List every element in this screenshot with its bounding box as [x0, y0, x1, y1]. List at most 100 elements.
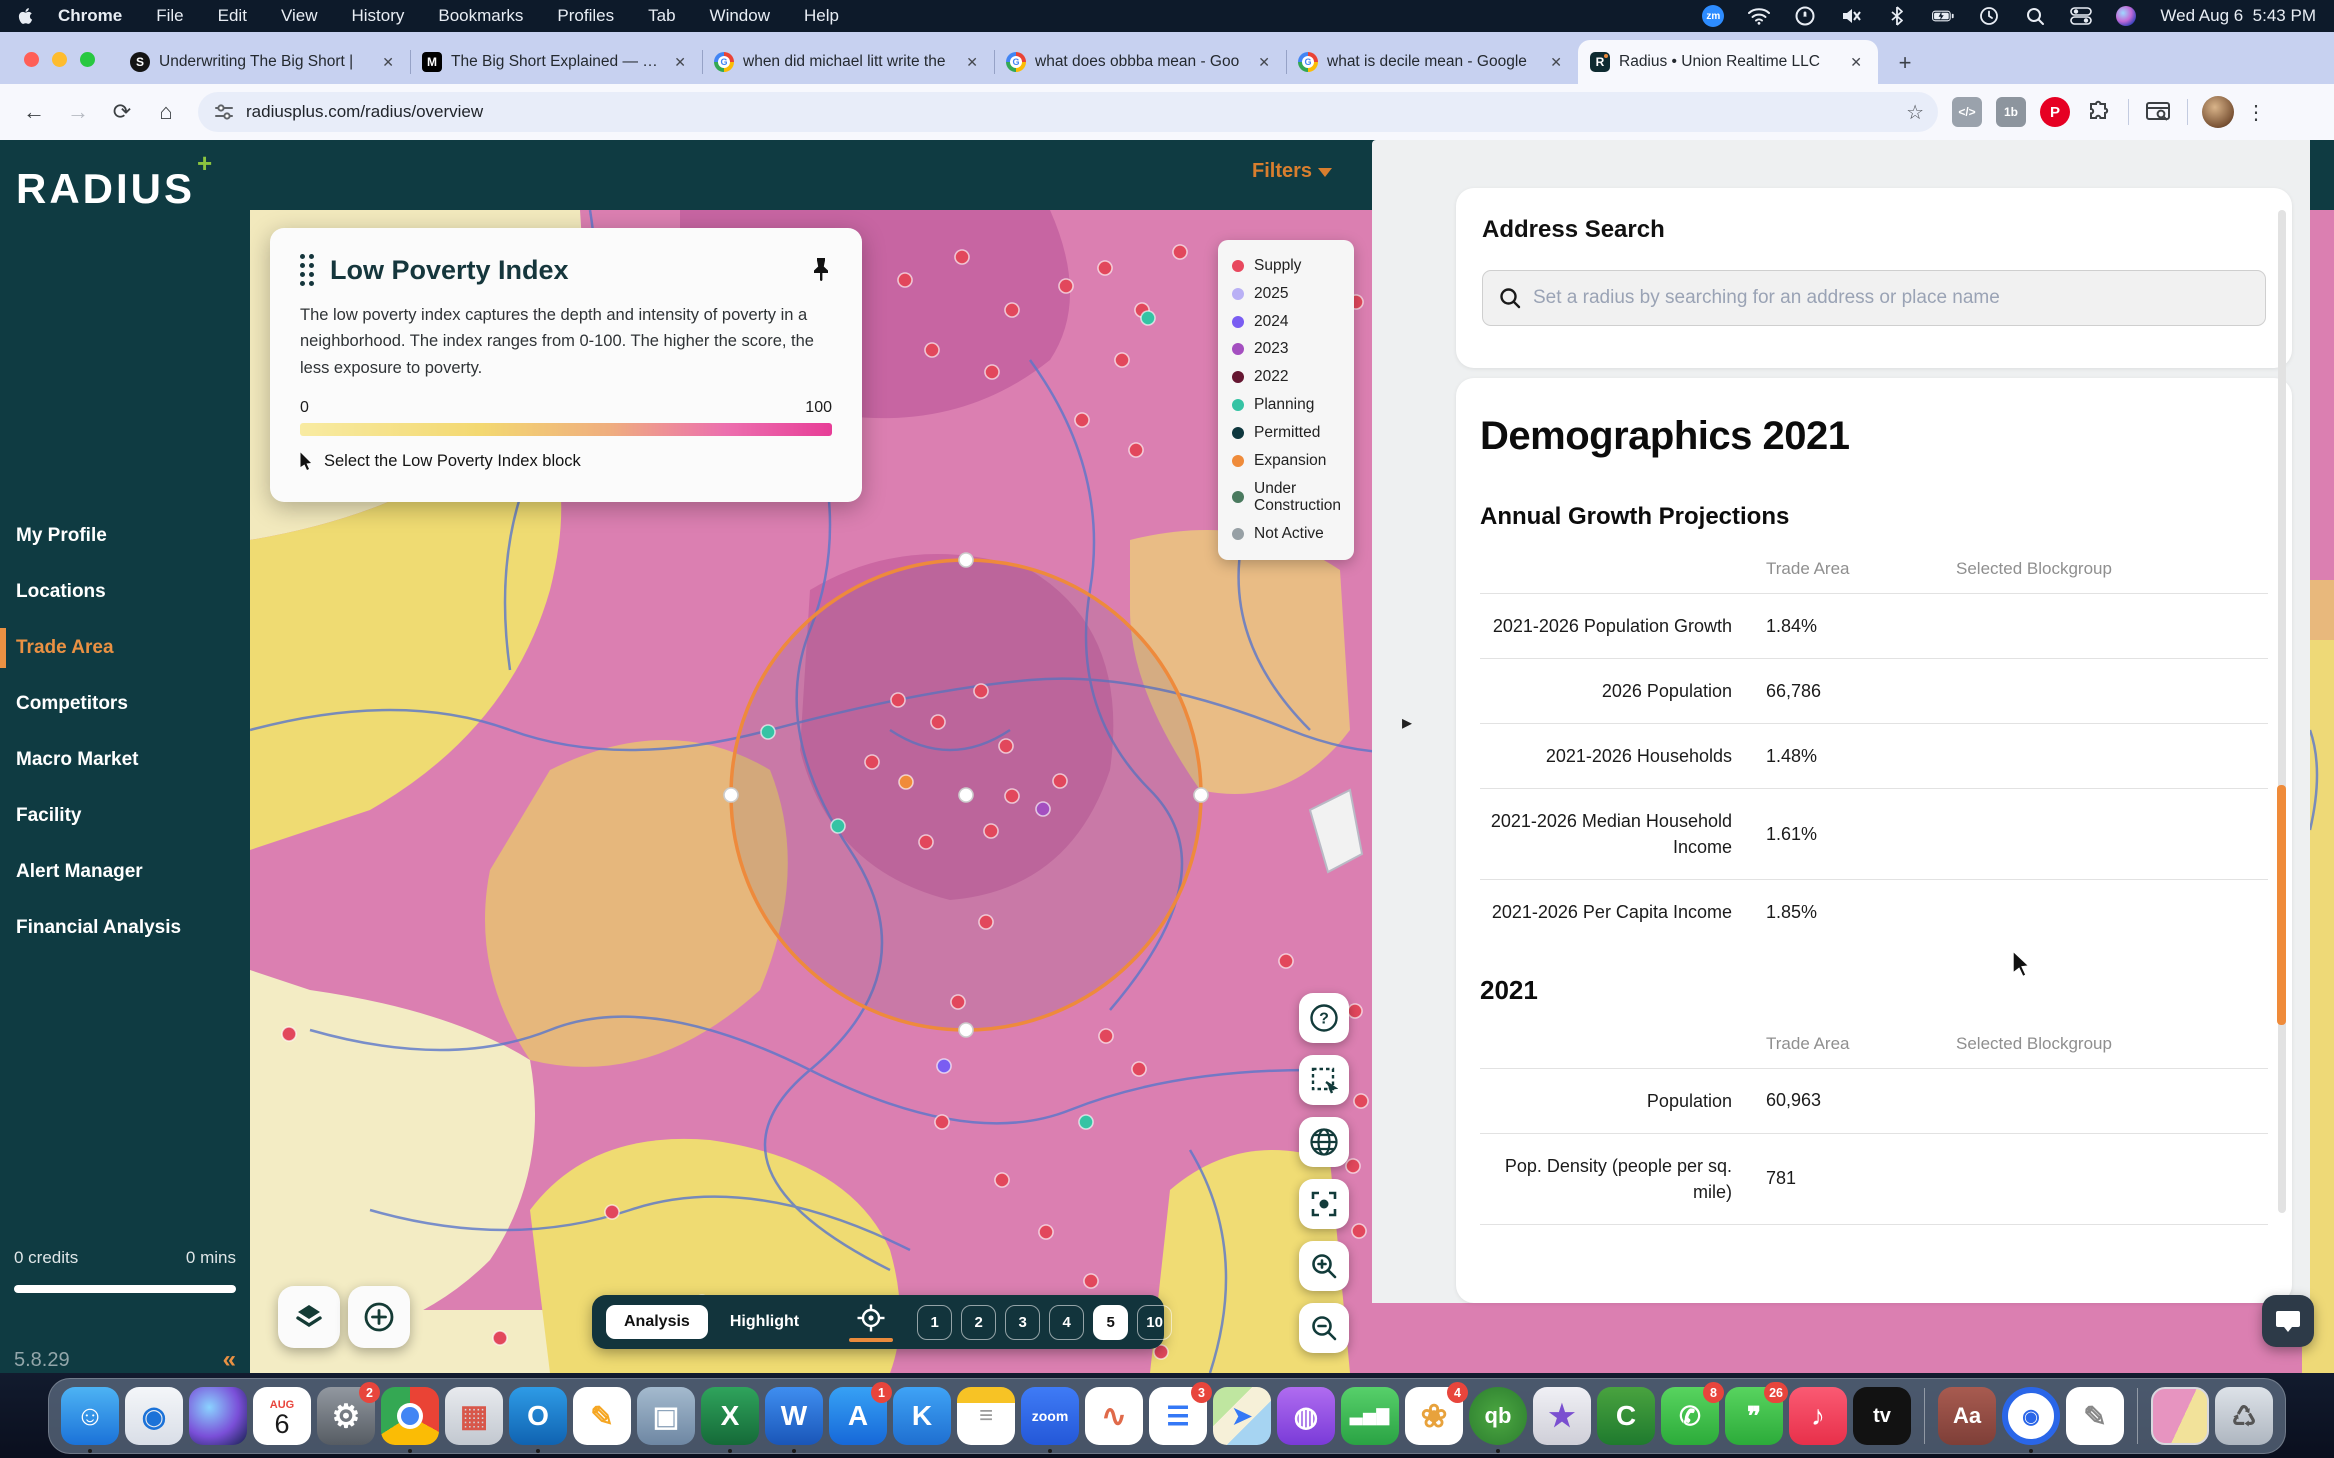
- wifi-icon[interactable]: [1748, 5, 1770, 27]
- fullscreen-window-button[interactable]: [80, 52, 95, 67]
- bookmark-star-icon[interactable]: ☆: [1906, 100, 1924, 125]
- map-marker-supply[interactable]: [1053, 774, 1067, 788]
- map-marker-supply[interactable]: [898, 273, 912, 287]
- dock-item-outlook[interactable]: O: [509, 1387, 567, 1445]
- back-button[interactable]: ←: [16, 94, 52, 130]
- dock-item-notes[interactable]: ≡: [957, 1387, 1015, 1445]
- map-marker-supply[interactable]: [951, 995, 965, 1009]
- sidebar-collapse-icon[interactable]: «: [223, 1346, 236, 1374]
- dock-item-zoom[interactable]: zoom: [1021, 1387, 1079, 1445]
- siri-icon[interactable]: [2116, 6, 2136, 26]
- map-marker-supply[interactable]: [1129, 443, 1143, 457]
- map-marker-supply[interactable]: [995, 1173, 1009, 1187]
- menubar-clock[interactable]: Wed Aug 6 5:43 PM: [2160, 6, 2316, 26]
- map-marker-supply[interactable]: [605, 1205, 619, 1219]
- map-marker-y2023[interactable]: [1036, 802, 1050, 816]
- map-marker-supply[interactable]: [1348, 1004, 1362, 1018]
- dock-item-calendar[interactable]: AUG6: [253, 1387, 311, 1445]
- panel-collapse-handle[interactable]: ▸: [1402, 710, 1412, 735]
- sidebar-item-trade-area[interactable]: Trade Area: [0, 620, 250, 676]
- dock-item-photos[interactable]: ❀4: [1405, 1387, 1463, 1445]
- menu-item-help[interactable]: Help: [804, 6, 839, 26]
- map-marker-supply[interactable]: [1075, 413, 1089, 427]
- menu-item-window[interactable]: Window: [710, 6, 770, 26]
- chrome-menu-icon[interactable]: ⋮: [2246, 100, 2266, 125]
- menu-item-bookmarks[interactable]: Bookmarks: [438, 6, 523, 26]
- dock-item-siri[interactable]: [189, 1387, 247, 1445]
- dock-item-excel[interactable]: X: [701, 1387, 759, 1445]
- map-marker-supply[interactable]: [1354, 1094, 1368, 1108]
- dock-item-podcasts[interactable]: ◍: [1277, 1387, 1335, 1445]
- map-marker-expansion[interactable]: [899, 775, 913, 789]
- bluetooth-icon[interactable]: [1886, 5, 1908, 27]
- tab-close-icon[interactable]: ✕: [1254, 52, 1274, 73]
- map-marker-supply[interactable]: [865, 755, 879, 769]
- map-marker-supply[interactable]: [891, 693, 905, 707]
- tab-underwriting-the-big-short[interactable]: SUnderwriting The Big Short | ✕: [118, 40, 410, 84]
- url-text[interactable]: radiusplus.com/radius/overview: [246, 102, 1898, 122]
- menu-item-history[interactable]: History: [351, 6, 404, 26]
- close-window-button[interactable]: [24, 52, 39, 67]
- map-marker-supply[interactable]: [1005, 789, 1019, 803]
- map-marker-supply[interactable]: [985, 365, 999, 379]
- map-marker-supply[interactable]: [1059, 279, 1073, 293]
- reload-button[interactable]: ⟳: [104, 94, 140, 130]
- site-info-icon[interactable]: [212, 100, 236, 124]
- sidebar-item-my-profile[interactable]: My Profile: [0, 508, 250, 564]
- panel-scrollbar[interactable]: [2277, 785, 2286, 1025]
- radius-chip-5[interactable]: 5: [1093, 1305, 1128, 1340]
- battery-icon[interactable]: [1932, 5, 1954, 27]
- map-marker-supply[interactable]: [1115, 353, 1129, 367]
- time-machine-icon[interactable]: [1978, 5, 2000, 27]
- zoom-menubar-icon[interactable]: zm: [1702, 5, 1724, 27]
- tab-close-icon[interactable]: ✕: [1846, 52, 1866, 73]
- chat-launcher-button[interactable]: [2262, 1295, 2314, 1347]
- dock-item-music[interactable]: ♪: [1789, 1387, 1847, 1445]
- map-marker-supply[interactable]: [935, 1115, 949, 1129]
- dock-item-window[interactable]: [2151, 1387, 2209, 1445]
- tab-what-is-decile-mean-google[interactable]: Gwhat is decile mean - Google✕: [1286, 40, 1578, 84]
- dock-item-photobooth[interactable]: ★: [1533, 1387, 1591, 1445]
- map-marker-supply[interactable]: [931, 715, 945, 729]
- radius-chip-1[interactable]: 1: [917, 1305, 952, 1340]
- devtools-icon[interactable]: [2143, 97, 2173, 127]
- analysis-toggle[interactable]: Analysis: [606, 1305, 708, 1339]
- dock-item-textedit[interactable]: ✎: [2066, 1387, 2124, 1445]
- sidebar-item-locations[interactable]: Locations: [0, 564, 250, 620]
- dock-item-camtasia[interactable]: C: [1597, 1387, 1655, 1445]
- dock-item-finder[interactable]: ☺: [61, 1387, 119, 1445]
- dock-item-launchpad[interactable]: ▦: [445, 1387, 503, 1445]
- tab-close-icon[interactable]: ✕: [1546, 52, 1566, 73]
- dock-item-onepassword[interactable]: ◉: [2002, 1387, 2060, 1445]
- dock-item-keynote[interactable]: K: [893, 1387, 951, 1445]
- map-marker-supply[interactable]: [1346, 1159, 1360, 1173]
- address-bar[interactable]: radiusplus.com/radius/overview ☆: [198, 92, 1938, 132]
- dock-item-safari[interactable]: ◉: [125, 1387, 183, 1445]
- sidebar-item-macro-market[interactable]: Macro Market: [0, 732, 250, 788]
- dock-item-word[interactable]: W: [765, 1387, 823, 1445]
- map-marker-supply[interactable]: [1039, 1225, 1053, 1239]
- map-marker-planning[interactable]: [761, 725, 775, 739]
- highlight-toggle[interactable]: Highlight: [730, 1313, 799, 1331]
- dock-item-reminders[interactable]: ☰3: [1149, 1387, 1207, 1445]
- map-marker-supply[interactable]: [925, 343, 939, 357]
- map-marker-supply[interactable]: [979, 915, 993, 929]
- tab-close-icon[interactable]: ✕: [962, 52, 982, 73]
- map-marker-vertex[interactable]: [724, 788, 738, 802]
- globe-button[interactable]: [1299, 1117, 1349, 1167]
- map-marker-supply[interactable]: [1279, 954, 1293, 968]
- map-marker-vertex[interactable]: [959, 1023, 973, 1037]
- map-marker-planning[interactable]: [831, 819, 845, 833]
- dock-item-trash[interactable]: ♺: [2215, 1387, 2273, 1445]
- pin-icon[interactable]: [810, 257, 832, 283]
- map-marker-supply[interactable]: [1005, 303, 1019, 317]
- dock-item-tv[interactable]: tv: [1853, 1387, 1911, 1445]
- profile-avatar[interactable]: [2202, 96, 2234, 128]
- dock-item-chrome[interactable]: [381, 1387, 439, 1445]
- map-marker-supply[interactable]: [493, 1331, 507, 1345]
- map-marker-planning[interactable]: [1141, 311, 1155, 325]
- map-marker-planning[interactable]: [1079, 1115, 1093, 1129]
- tab-close-icon[interactable]: ✕: [670, 52, 690, 73]
- mute-icon[interactable]: [1840, 5, 1862, 27]
- add-location-button[interactable]: [348, 1286, 410, 1348]
